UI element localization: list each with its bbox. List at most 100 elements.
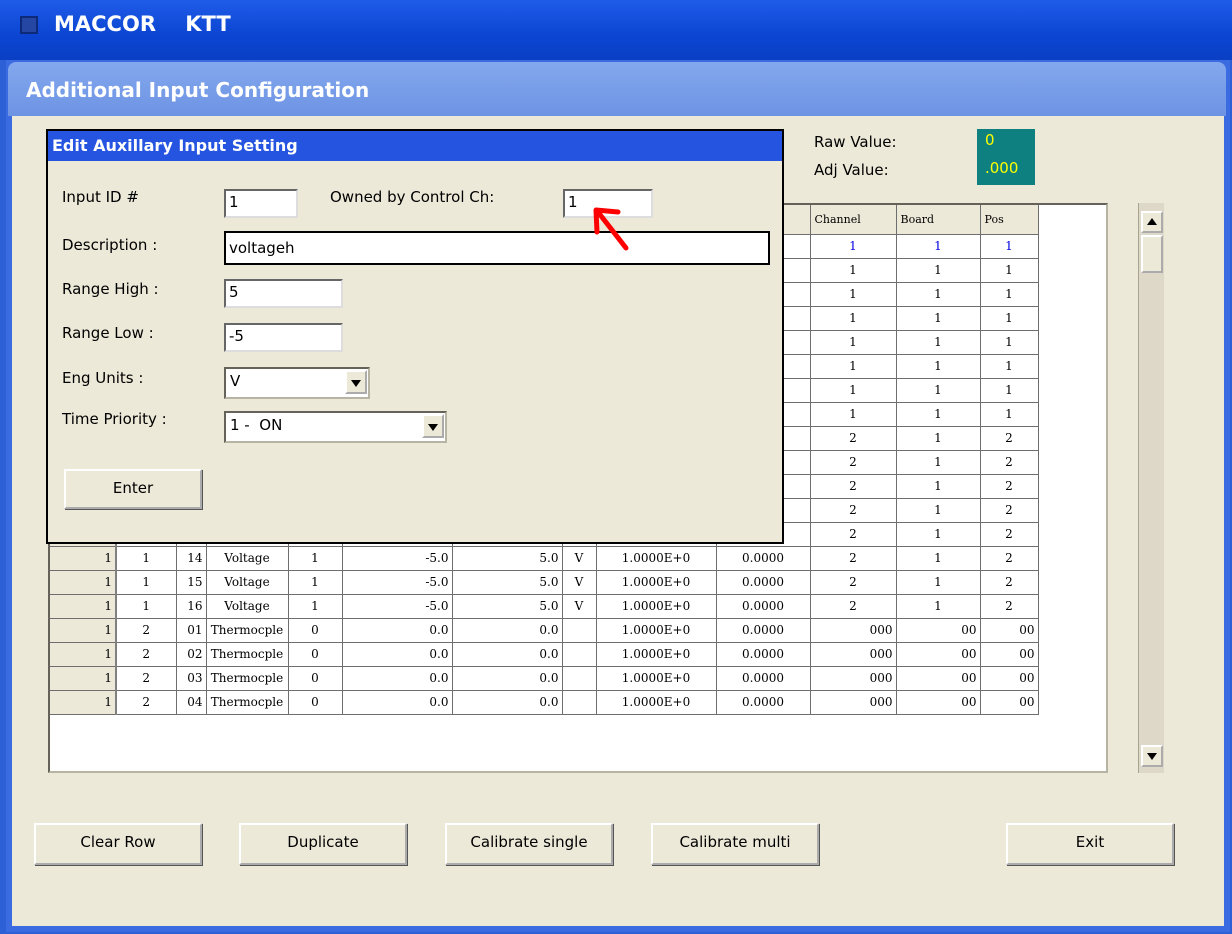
grid-cell[interactable]: 2 [980, 594, 1039, 619]
grid-cell[interactable]: 2 [810, 546, 897, 571]
grid-cell-board[interactable]: 1 [896, 378, 981, 403]
grid-cell[interactable]: 00 [980, 690, 1039, 715]
grid-cell[interactable]: 1.0000E+0 [596, 570, 717, 595]
grid-cell-board[interactable]: 1 [896, 474, 981, 499]
scroll-thumb[interactable] [1141, 235, 1163, 273]
grid-cell[interactable]: 0.0 [342, 690, 453, 715]
time-priority-select[interactable]: 1 - ON [224, 411, 447, 443]
grid-cell[interactable]: 2 [116, 666, 177, 691]
grid-cell[interactable]: 0.0 [342, 618, 453, 643]
grid-cell[interactable]: 000 [810, 618, 897, 643]
grid-cell[interactable]: -5.0 [342, 594, 453, 619]
grid-cell[interactable]: -5.0 [342, 546, 453, 571]
scroll-down-button[interactable] [1141, 745, 1163, 767]
grid-cell[interactable]: 1.0000E+0 [596, 594, 717, 619]
grid-cell-board[interactable]: 1 [896, 402, 981, 427]
grid-cell[interactable]: Thermocple [206, 666, 289, 691]
calibrate-multi-button[interactable]: Calibrate multi [651, 823, 819, 865]
grid-cell[interactable]: Voltage [206, 594, 289, 619]
grid-cell[interactable]: 0.0 [342, 666, 453, 691]
exit-button[interactable]: Exit [1006, 823, 1174, 865]
grid-cell-pos[interactable]: 2 [980, 450, 1039, 475]
grid-cell[interactable]: 1 [50, 618, 117, 643]
grid-cell[interactable]: 1 [288, 594, 343, 619]
grid-cell-channel[interactable]: 1 [810, 234, 897, 259]
grid-cell[interactable]: 00 [896, 618, 981, 643]
grid-cell-channel[interactable]: 1 [810, 330, 897, 355]
grid-cell-pos[interactable]: 1 [980, 258, 1039, 283]
grid-cell[interactable] [562, 642, 597, 667]
grid-cell[interactable]: 0.0000 [716, 666, 811, 691]
input-id-field[interactable]: 1 [224, 189, 298, 218]
grid-cell[interactable]: Thermocple [206, 642, 289, 667]
grid-cell[interactable]: 1 [116, 546, 177, 571]
grid-cell[interactable]: 00 [896, 642, 981, 667]
grid-header-cell[interactable]: Board [896, 205, 981, 235]
table-row[interactable]: 1 2 01 Thermocple 0 0.0 0.0 1.0000E+0 0.0000 000 0… [50, 618, 1039, 643]
table-row[interactable]: 1 1 14 Voltage 1 -5.0 5.0 V 1.0000E+0 0.0000 2 1 2 [50, 546, 1039, 571]
grid-cell[interactable]: 0.0000 [716, 618, 811, 643]
grid-cell[interactable]: 16 [176, 594, 207, 619]
grid-cell-board[interactable]: 1 [896, 258, 981, 283]
grid-cell[interactable]: 1 [288, 546, 343, 571]
grid-cell[interactable]: 0 [288, 690, 343, 715]
grid-cell[interactable]: 2 [116, 618, 177, 643]
grid-cell[interactable]: Thermocple [206, 690, 289, 715]
grid-cell[interactable]: 1 [288, 570, 343, 595]
calibrate-single-button[interactable]: Calibrate single [445, 823, 613, 865]
grid-cell[interactable]: 0.0 [342, 642, 453, 667]
grid-scrollbar[interactable] [1138, 203, 1164, 773]
grid-cell-pos[interactable]: 1 [980, 282, 1039, 307]
grid-cell-board[interactable]: 1 [896, 282, 981, 307]
scroll-up-button[interactable] [1141, 211, 1163, 233]
grid-cell[interactable]: 2 [980, 498, 1039, 523]
grid-header-cell[interactable]: Pos [980, 205, 1039, 235]
grid-cell-pos[interactable]: 1 [980, 306, 1039, 331]
grid-cell[interactable]: 2 [810, 594, 897, 619]
grid-cell[interactable]: 1 [116, 570, 177, 595]
eng-units-dropdown-button[interactable] [345, 370, 367, 394]
grid-cell-board[interactable]: 1 [896, 426, 981, 451]
grid-cell-channel[interactable]: 2 [810, 426, 897, 451]
grid-cell-pos[interactable]: 1 [980, 402, 1039, 427]
eng-units-select[interactable]: V [224, 367, 370, 399]
grid-cell[interactable]: 1 [50, 594, 117, 619]
grid-cell[interactable]: 14 [176, 546, 207, 571]
table-row[interactable]: 1 2 04 Thermocple 0 0.0 0.0 1.0000E+0 0.0000 000 0… [50, 690, 1039, 715]
table-row[interactable]: 1 1 15 Voltage 1 -5.0 5.0 V 1.0000E+0 0.0000 2 1 2 [50, 570, 1039, 595]
grid-cell-channel[interactable]: 1 [810, 258, 897, 283]
table-row[interactable]: 1 1 16 Voltage 1 -5.0 5.0 V 1.0000E+0 0.0000 2 1 2 [50, 594, 1039, 619]
grid-cell[interactable] [562, 690, 597, 715]
grid-cell[interactable]: 04 [176, 690, 207, 715]
grid-cell[interactable]: 00 [980, 642, 1039, 667]
grid-cell[interactable]: 0.0000 [716, 690, 811, 715]
grid-cell[interactable] [562, 666, 597, 691]
grid-cell[interactable]: V [562, 594, 597, 619]
grid-cell[interactable]: 000 [810, 690, 897, 715]
grid-cell-channel[interactable]: 2 [810, 474, 897, 499]
grid-cell-pos[interactable]: 2 [980, 426, 1039, 451]
grid-cell[interactable]: V [562, 546, 597, 571]
grid-cell[interactable]: 15 [176, 570, 207, 595]
grid-cell-pos[interactable]: 1 [980, 330, 1039, 355]
grid-cell-channel[interactable]: 2 [810, 450, 897, 475]
table-row[interactable]: 1 2 03 Thermocple 0 0.0 0.0 1.0000E+0 0.0000 000 0… [50, 666, 1039, 691]
grid-cell[interactable]: 2 [810, 498, 897, 523]
grid-cell[interactable]: 5.0 [452, 546, 563, 571]
grid-cell-pos[interactable]: 1 [980, 354, 1039, 379]
grid-cell[interactable]: 5.0 [452, 570, 563, 595]
grid-cell[interactable]: 1.0000E+0 [596, 666, 717, 691]
grid-cell[interactable]: V [562, 570, 597, 595]
grid-cell-pos[interactable]: 1 [980, 378, 1039, 403]
grid-cell[interactable]: 1 [896, 498, 981, 523]
enter-button[interactable]: Enter [64, 469, 202, 509]
grid-cell[interactable]: 0.0 [452, 642, 563, 667]
grid-cell[interactable]: Voltage [206, 546, 289, 571]
time-priority-dropdown-button[interactable] [422, 414, 444, 438]
grid-cell[interactable]: 1 [50, 570, 117, 595]
grid-cell[interactable]: 0.0 [452, 618, 563, 643]
grid-cell[interactable]: 1 [896, 546, 981, 571]
grid-cell[interactable]: 1.0000E+0 [596, 618, 717, 643]
grid-cell[interactable]: 2 [810, 570, 897, 595]
grid-cell[interactable]: 1 [50, 546, 117, 571]
